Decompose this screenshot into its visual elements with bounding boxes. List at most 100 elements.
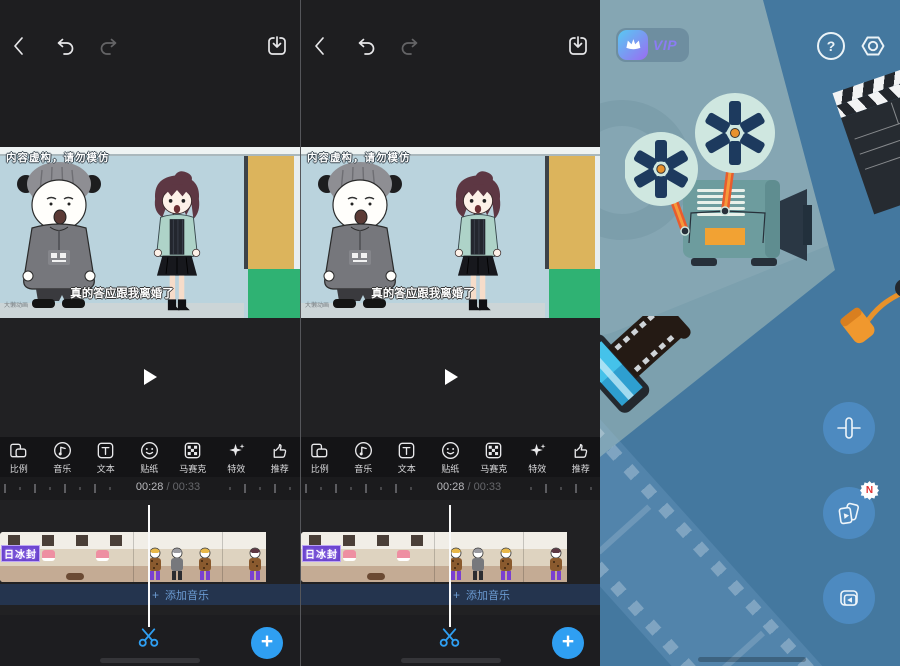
- export-button[interactable]: [265, 34, 289, 58]
- back-button[interactable]: [8, 34, 32, 58]
- back-button[interactable]: [309, 34, 333, 58]
- sticker-icon: [139, 440, 160, 461]
- video-green-block: [248, 269, 300, 318]
- toolbar-item-music[interactable]: 音乐: [341, 437, 387, 477]
- app-root: 内容虚构，请勿模仿 大懒动画 真的答应跟我离婚了 比例 音乐: [0, 0, 900, 666]
- toolbar-item-mosaic[interactable]: 马赛克: [170, 437, 216, 477]
- toolbar-item-ratio[interactable]: 比例: [0, 437, 42, 477]
- add-clip-button[interactable]: +: [251, 627, 283, 659]
- video-clip-track[interactable]: 日冰封: [301, 532, 567, 582]
- undo-icon: [355, 34, 379, 58]
- video-green-block: [549, 269, 600, 318]
- add-music-track[interactable]: +添加音乐: [0, 584, 300, 605]
- undo-button[interactable]: [54, 34, 78, 58]
- add-clip-button[interactable]: +: [552, 627, 584, 659]
- thumbnail-character: [497, 547, 515, 581]
- thumbnail-frame-divider: [523, 532, 524, 582]
- toolbar-item-label: 马赛克: [480, 462, 507, 475]
- help-button[interactable]: ?: [817, 32, 845, 60]
- thumbnail-cake: [343, 550, 356, 561]
- thumbnail-character: [246, 547, 264, 581]
- toolbar-item-mosaic[interactable]: 马赛克: [471, 437, 517, 477]
- play-button[interactable]: [144, 369, 157, 385]
- timeline-area: 日冰封 +添加音乐: [301, 500, 600, 615]
- scissors-icon: [437, 624, 462, 649]
- toolbar-item-music[interactable]: 音乐: [40, 437, 86, 477]
- vip-crown-icon: [618, 30, 648, 60]
- export-download-icon: [265, 34, 289, 58]
- microphone-illustration: [836, 264, 900, 348]
- home-indicator: [100, 658, 200, 663]
- player-area: [301, 318, 600, 437]
- splice-tool-icon: [835, 414, 863, 442]
- help-glyph: ?: [827, 38, 836, 54]
- video-clip-track[interactable]: 日冰封: [0, 532, 266, 582]
- album-templates-icon: [835, 584, 863, 612]
- editing-toolbar: 比例 音乐 文本 贴纸: [301, 437, 600, 477]
- toolbar-item-text[interactable]: 文本: [384, 437, 430, 477]
- clip-title-badge: 日冰封: [302, 545, 341, 562]
- current-time: 00:28: [136, 481, 164, 493]
- projector-illustration: [625, 93, 855, 278]
- aspect-ratio-icon: [8, 440, 29, 461]
- toolbar-item-effects[interactable]: 特效: [214, 437, 260, 477]
- toolbar-item-ratio[interactable]: 比例: [300, 437, 343, 477]
- add-music-label-wrap: +添加音乐: [453, 587, 510, 603]
- play-button[interactable]: [445, 369, 458, 385]
- text-icon: [95, 440, 116, 461]
- video-preview: 内容虚构，请勿模仿 大懒动画 真的答应跟我离婚了: [0, 147, 300, 318]
- timeline-ruler[interactable]: 00:28 / 00:33: [301, 477, 600, 500]
- toolbar-item-label: 推荐: [572, 462, 590, 475]
- toolbar-item-recommend[interactable]: 推荐: [257, 437, 300, 477]
- vip-badge[interactable]: VIP: [616, 28, 689, 62]
- settings-gear-icon: [858, 31, 888, 61]
- player-area: [0, 318, 300, 437]
- thumbnail-cake: [42, 550, 55, 561]
- undo-button[interactable]: [355, 34, 379, 58]
- undo-icon: [54, 34, 78, 58]
- thumbnail-cake: [397, 550, 410, 561]
- toolbar-item-label: 特效: [528, 462, 546, 475]
- playhead: [148, 505, 150, 627]
- split-clip-button[interactable]: [437, 624, 462, 649]
- video-preview: 内容虚构，请勿模仿 大懒动画 真的答应跟我离婚了: [301, 147, 600, 318]
- add-music-plus-icon: +: [152, 588, 159, 602]
- video-watermark: 大懒动画: [305, 300, 329, 309]
- splice-tool-button[interactable]: [823, 402, 875, 454]
- film-roll-illustration: [600, 316, 716, 436]
- video-subtitle: 真的答应跟我离婚了: [301, 285, 545, 301]
- redo-icon: [96, 34, 120, 58]
- thumbnail-character: [547, 547, 565, 581]
- thumbnail-dog: [367, 573, 385, 580]
- split-clip-button[interactable]: [136, 624, 161, 649]
- timeline-ruler[interactable]: 00:28 / 00:33: [0, 477, 300, 500]
- video-yellow-column: [549, 156, 595, 269]
- time-display: 00:28 / 00:33: [117, 481, 219, 493]
- video-yellow-column: [248, 156, 294, 269]
- settings-button[interactable]: [858, 31, 888, 61]
- toolbar-item-recommend[interactable]: 推荐: [558, 437, 600, 477]
- time-separator: /: [163, 481, 172, 493]
- toolbar-item-sticker[interactable]: 贴纸: [428, 437, 474, 477]
- toolbar-item-label: 音乐: [53, 462, 71, 475]
- home-panel: VIP ? N: [600, 0, 900, 666]
- toolbar-item-label: 推荐: [271, 462, 289, 475]
- redo-button[interactable]: [96, 34, 120, 58]
- video-disclaimer-text: 内容虚构，请勿模仿: [307, 150, 411, 165]
- thumbnail-character: [196, 547, 214, 581]
- sticker-icon: [440, 440, 461, 461]
- home-indicator: [698, 657, 806, 662]
- time-separator: /: [464, 481, 473, 493]
- toolbar-item-text[interactable]: 文本: [83, 437, 129, 477]
- thumbnail-cake: [96, 550, 109, 561]
- toolbar-item-sticker[interactable]: 贴纸: [127, 437, 173, 477]
- editing-toolbar: 比例 音乐 文本 贴纸: [0, 437, 300, 477]
- album-templates-button[interactable]: [823, 572, 875, 624]
- export-button[interactable]: [566, 34, 590, 58]
- video-watermark: 大懒动画: [4, 300, 28, 309]
- aspect-ratio-icon: [309, 440, 330, 461]
- effects-sparkle-icon: [226, 440, 247, 461]
- toolbar-item-effects[interactable]: 特效: [515, 437, 561, 477]
- redo-button[interactable]: [397, 34, 421, 58]
- add-music-plus-icon: +: [453, 588, 460, 602]
